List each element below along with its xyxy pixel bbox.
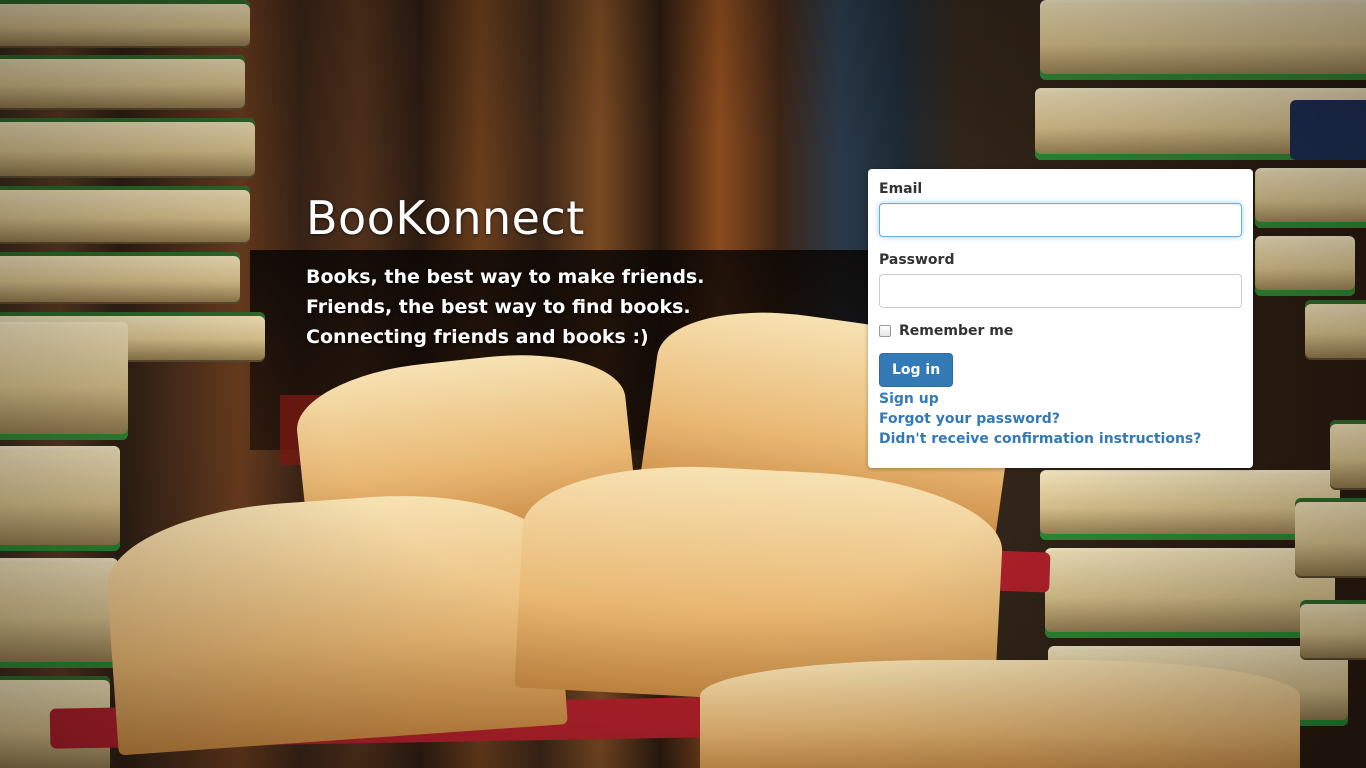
password-field[interactable] [879, 274, 1242, 308]
login-card: Email Password Remember me Log in Sign u… [868, 169, 1253, 468]
tagline-line: Connecting friends and books :) [306, 326, 649, 348]
email-field[interactable] [879, 203, 1242, 237]
sign-up-link[interactable]: Sign up [879, 389, 1242, 409]
tagline-line: Friends, the best way to find books. [306, 296, 691, 318]
confirmation-instructions-link[interactable]: Didn't receive confirmation instructions… [879, 429, 1242, 449]
remember-me-label[interactable]: Remember me [899, 323, 1013, 339]
remember-me-row: Remember me [879, 323, 1242, 339]
login-button[interactable]: Log in [879, 353, 954, 387]
remember-me-checkbox[interactable] [879, 325, 891, 337]
brand-tagline: Books, the best way to make friends. Fri… [306, 262, 704, 352]
email-group: Email [879, 181, 1242, 237]
forgot-password-link[interactable]: Forgot your password? [879, 409, 1242, 429]
auth-links: Sign up Forgot your password? Didn't rec… [879, 389, 1242, 449]
hero-section: BooKonnect Books, the best way to make f… [306, 190, 704, 352]
brand-title: BooKonnect [306, 191, 585, 245]
email-label: Email [879, 181, 923, 197]
password-group: Password [879, 252, 1242, 308]
login-page: BooKonnect Books, the best way to make f… [0, 0, 1366, 768]
password-label: Password [879, 252, 955, 268]
tagline-line: Books, the best way to make friends. [306, 266, 705, 288]
